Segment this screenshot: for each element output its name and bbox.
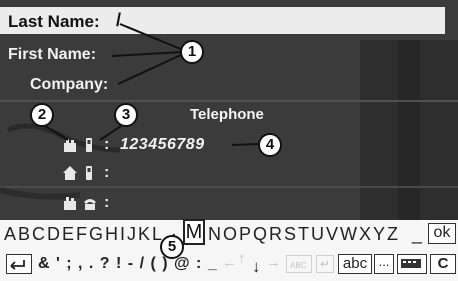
callout-3: 3 [114, 103, 138, 127]
navigation-display: Last Name: / First Name: Company: Teleph… [0, 0, 458, 281]
callout-1: 1 [180, 40, 204, 64]
callout-5: 5 [160, 235, 184, 259]
callout-2: 2 [30, 103, 54, 127]
callout-leaders [41, 23, 259, 243]
callout-4: 4 [258, 133, 282, 157]
